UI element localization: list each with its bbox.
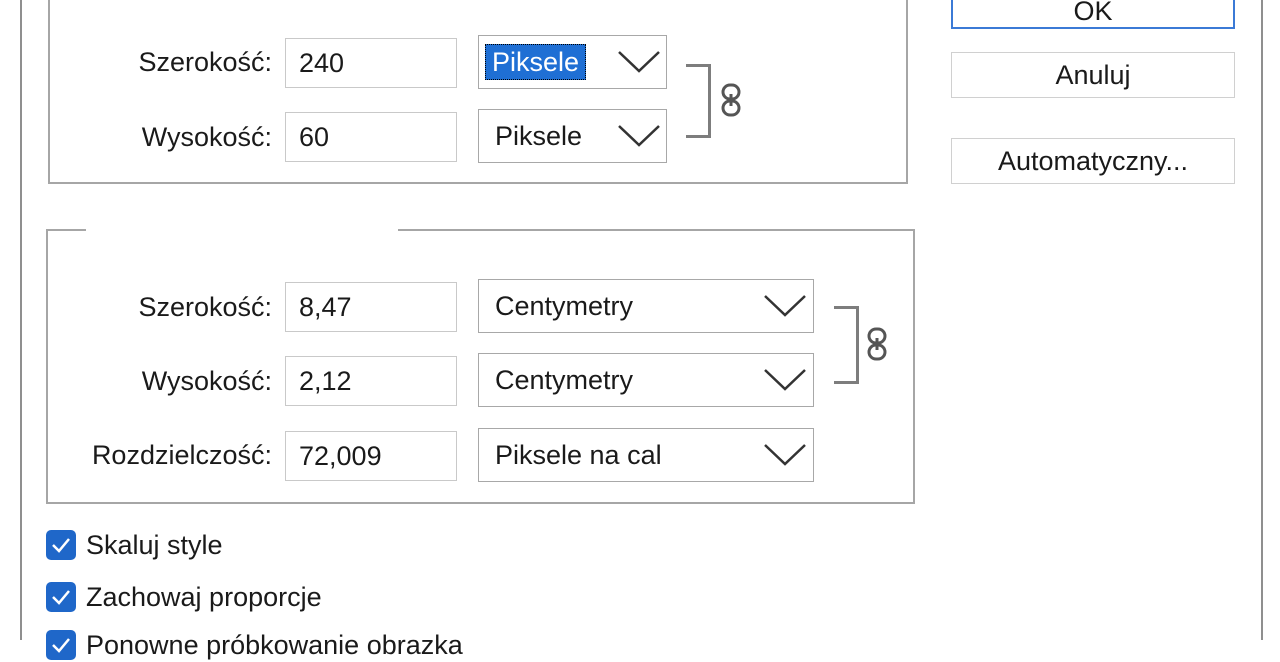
doc-width-unit-select[interactable]: Centymetry [478, 279, 814, 333]
doc-width-unit-value: Centymetry [495, 291, 634, 321]
chevron-down-icon [762, 366, 808, 394]
pixel-width-unit-select[interactable]: Piksele [478, 35, 667, 89]
pixel-link-bracket [686, 64, 711, 138]
pixel-width-input[interactable]: 240 [285, 38, 457, 88]
group-border [398, 229, 913, 231]
scale-styles-checkbox[interactable] [46, 530, 76, 560]
dialog-left-edge [0, 0, 22, 640]
chevron-down-icon [762, 292, 808, 320]
resolution-unit-select[interactable]: Piksele na cal [478, 428, 814, 482]
check-icon [52, 590, 70, 605]
doc-width-input[interactable]: 8,47 [285, 282, 457, 332]
resolution-label: Rozdzielczość: [91, 440, 272, 470]
pixel-height-input[interactable]: 60 [285, 112, 457, 162]
dialog-right-edge [1261, 0, 1280, 640]
cancel-button[interactable]: Anuluj [951, 52, 1235, 98]
doc-width-label: Szerokość: [138, 292, 272, 322]
constrain-proportions-checkbox[interactable] [46, 582, 76, 612]
chain-link-icon[interactable] [866, 327, 888, 366]
check-icon [52, 638, 70, 653]
chevron-down-icon [762, 441, 808, 469]
scale-styles-label: Skaluj style [86, 530, 223, 560]
doc-height-input[interactable]: 2,12 [285, 356, 457, 406]
resolution-unit-value: Piksele na cal [495, 440, 662, 470]
chevron-down-icon [616, 122, 662, 150]
resample-image-label: Ponowne próbkowanie obrazka [86, 630, 463, 660]
pixel-height-unit-value: Piksele [495, 121, 583, 151]
auto-button[interactable]: Automatyczny... [951, 138, 1235, 184]
group-border [46, 229, 86, 231]
constrain-proportions-label: Zachowaj proporcje [86, 582, 322, 612]
doc-height-label: Wysokość: [141, 366, 272, 396]
pixel-height-unit-select[interactable]: Piksele [478, 109, 667, 163]
doc-height-unit-select[interactable]: Centymetry [478, 353, 814, 407]
resample-image-checkbox[interactable] [46, 630, 76, 660]
ok-button[interactable]: OK [951, 0, 1235, 29]
pixel-height-label: Wysokość: [141, 122, 272, 152]
pixel-width-unit-value: Piksele [485, 44, 587, 80]
chain-link-icon[interactable] [720, 83, 742, 122]
resolution-input[interactable]: 72,009 [285, 431, 457, 481]
check-icon [52, 538, 70, 553]
pixel-width-label: Szerokość: [138, 47, 272, 77]
chevron-down-icon [616, 48, 662, 76]
doc-link-bracket [834, 306, 859, 384]
doc-height-unit-value: Centymetry [495, 365, 634, 395]
